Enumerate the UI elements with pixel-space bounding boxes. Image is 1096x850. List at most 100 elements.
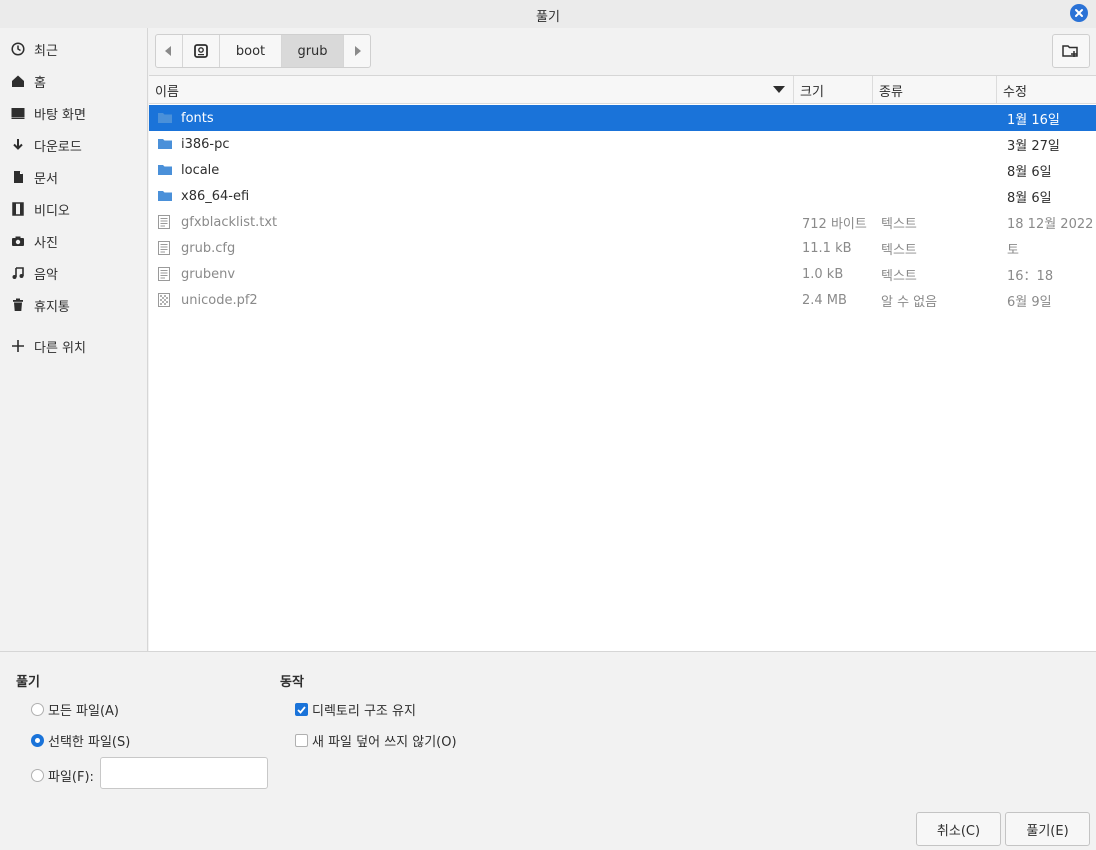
- drive-icon: [194, 44, 208, 58]
- sidebar-item-pictures[interactable]: 사진: [0, 227, 148, 255]
- file-type: 텍스트: [881, 268, 917, 284]
- file-row[interactable]: x86_64-efi 8월 6일: [149, 183, 1096, 209]
- file-name: grubenv: [181, 266, 236, 282]
- sidebar-item-label: 음악: [34, 267, 58, 283]
- sidebar-item-home[interactable]: 홈: [0, 67, 148, 95]
- chevron-right-icon: [355, 46, 361, 56]
- file-modified: 토: [1007, 242, 1019, 258]
- files-pattern-input[interactable]: [100, 757, 268, 789]
- file-modified: 1월 16일: [1007, 112, 1060, 128]
- path-root-button[interactable]: [183, 35, 220, 67]
- folder-icon: [158, 157, 172, 183]
- sidebar-item-label: 문서: [34, 171, 58, 187]
- cancel-button[interactable]: 취소(C): [916, 812, 1001, 846]
- path-bar: boot grub: [155, 34, 371, 68]
- file-row[interactable]: gfxblacklist.txt 712 바이트 텍스트 18 12월 2022: [149, 209, 1096, 235]
- sidebar-item-label: 비디오: [34, 203, 70, 219]
- path-segment-boot[interactable]: boot: [220, 35, 282, 67]
- file-name: locale: [181, 162, 220, 178]
- sidebar-item-label: 사진: [34, 235, 58, 251]
- column-header-size[interactable]: 크기: [794, 76, 873, 104]
- clock-icon: [10, 41, 26, 57]
- folder-icon: [158, 131, 172, 157]
- binary-file-icon: [158, 287, 170, 313]
- sidebar-item-label: 홈: [34, 75, 46, 91]
- file-name: x86_64-efi: [181, 188, 250, 204]
- column-header-modified[interactable]: 수정: [997, 76, 1096, 104]
- sidebar-item-videos[interactable]: 비디오: [0, 195, 148, 223]
- close-button[interactable]: [1070, 4, 1088, 22]
- column-name-label: 이름: [155, 84, 179, 100]
- text-file-icon: [158, 235, 170, 261]
- sidebar-item-other-locations[interactable]: 다른 위치: [0, 332, 148, 360]
- sidebar-item-label: 다운로드: [34, 139, 82, 155]
- no-overwrite-label: 새 파일 덮어 쓰지 않기(O): [312, 735, 457, 750]
- file-type: 텍스트: [881, 242, 917, 258]
- sort-down-icon: [773, 86, 785, 93]
- file-modified: 3월 27일: [1007, 138, 1060, 154]
- file-name: unicode.pf2: [181, 292, 258, 308]
- new-folder-button[interactable]: [1052, 34, 1090, 68]
- sidebar-item-label: 최근: [34, 43, 58, 59]
- column-header-row: 이름 크기 종류 수정: [149, 76, 1096, 104]
- file-name: i386-pc: [181, 136, 230, 152]
- radio-indicator: [31, 703, 44, 716]
- sidebar-item-documents[interactable]: 문서: [0, 163, 148, 191]
- desktop-icon: [10, 105, 26, 121]
- selected-files-radio[interactable]: 선택한 파일(S): [31, 731, 130, 750]
- chevron-left-icon: [165, 46, 171, 56]
- file-row[interactable]: locale 8월 6일: [149, 157, 1096, 183]
- title-bar: 풀기: [0, 0, 1096, 28]
- file-row[interactable]: grub.cfg 11.1 kB 텍스트 토: [149, 235, 1096, 261]
- sidebar-item-label: 바탕 화면: [34, 107, 86, 123]
- files-pattern-radio[interactable]: 파일(F):: [31, 766, 94, 785]
- text-file-icon: [158, 261, 170, 287]
- folder-icon: [158, 183, 172, 209]
- action-section-title: 동작: [280, 675, 304, 690]
- file-row[interactable]: unicode.pf2 2.4 MB 알 수 없음 6월 9일: [149, 287, 1096, 313]
- extract-button[interactable]: 풀기(E): [1005, 812, 1090, 846]
- file-row[interactable]: i386-pc 3월 27일: [149, 131, 1096, 157]
- all-files-radio[interactable]: 모든 파일(A): [31, 700, 119, 719]
- file-modified: 8월 6일: [1007, 164, 1052, 180]
- keep-dirs-label: 디렉토리 구조 유지: [312, 704, 416, 719]
- selected-files-label: 선택한 파일(S): [48, 735, 131, 750]
- file-size: 2.4 MB: [802, 292, 847, 308]
- keep-dirs-checkbox[interactable]: 디렉토리 구조 유지: [295, 700, 416, 719]
- column-header-name[interactable]: 이름: [149, 76, 794, 104]
- path-back-button[interactable]: [156, 35, 183, 67]
- sidebar-item-recent[interactable]: 최근: [0, 35, 148, 63]
- checkbox-indicator: [295, 734, 308, 747]
- plus-icon: [10, 338, 26, 354]
- download-icon: [10, 137, 26, 153]
- file-browser: boot grub 이름 크기 종류 수정 fonts 1월 16일 i386-pc…: [149, 28, 1096, 651]
- window-title: 풀기: [536, 10, 560, 25]
- path-segment-grub[interactable]: grub: [282, 35, 344, 67]
- file-row[interactable]: grubenv 1.0 kB 텍스트 16：18: [149, 261, 1096, 287]
- document-icon: [10, 169, 26, 185]
- file-modified: 18 12월 2022: [1007, 216, 1094, 232]
- path-forward-button[interactable]: [344, 35, 370, 67]
- column-header-type[interactable]: 종류: [873, 76, 997, 104]
- file-size: 1.0 kB: [802, 266, 844, 282]
- file-name: fonts: [181, 110, 214, 126]
- file-list: 이름 크기 종류 수정 fonts 1월 16일 i386-pc 3월 27일 loca…: [149, 75, 1096, 651]
- file-row[interactable]: fonts 1월 16일: [149, 105, 1096, 131]
- file-name: grub.cfg: [181, 240, 236, 256]
- options-panel: 풀기 모든 파일(A) 선택한 파일(S) 파일(F): 동작 디렉토리 구조 …: [0, 651, 1096, 850]
- no-overwrite-checkbox[interactable]: 새 파일 덮어 쓰지 않기(O): [295, 731, 457, 750]
- file-type: 알 수 없음: [881, 294, 938, 310]
- extract-section-title: 풀기: [16, 675, 40, 690]
- home-icon: [10, 73, 26, 89]
- sidebar-item-downloads[interactable]: 다운로드: [0, 131, 148, 159]
- sidebar-item-trash[interactable]: 휴지통: [0, 291, 148, 319]
- sidebar: 최근 홈 바탕 화면 다운로드 문서 비디오 사진 음악 휴지통 다른 위치: [0, 28, 148, 651]
- radio-indicator: [31, 769, 44, 782]
- file-modified: 6월 9일: [1007, 294, 1052, 310]
- file-modified: 8월 6일: [1007, 190, 1052, 206]
- sidebar-item-desktop[interactable]: 바탕 화면: [0, 99, 148, 127]
- all-files-label: 모든 파일(A): [48, 704, 120, 719]
- sidebar-item-music[interactable]: 음악: [0, 259, 148, 287]
- file-type: 텍스트: [881, 216, 917, 232]
- sidebar-item-label: 다른 위치: [34, 340, 86, 356]
